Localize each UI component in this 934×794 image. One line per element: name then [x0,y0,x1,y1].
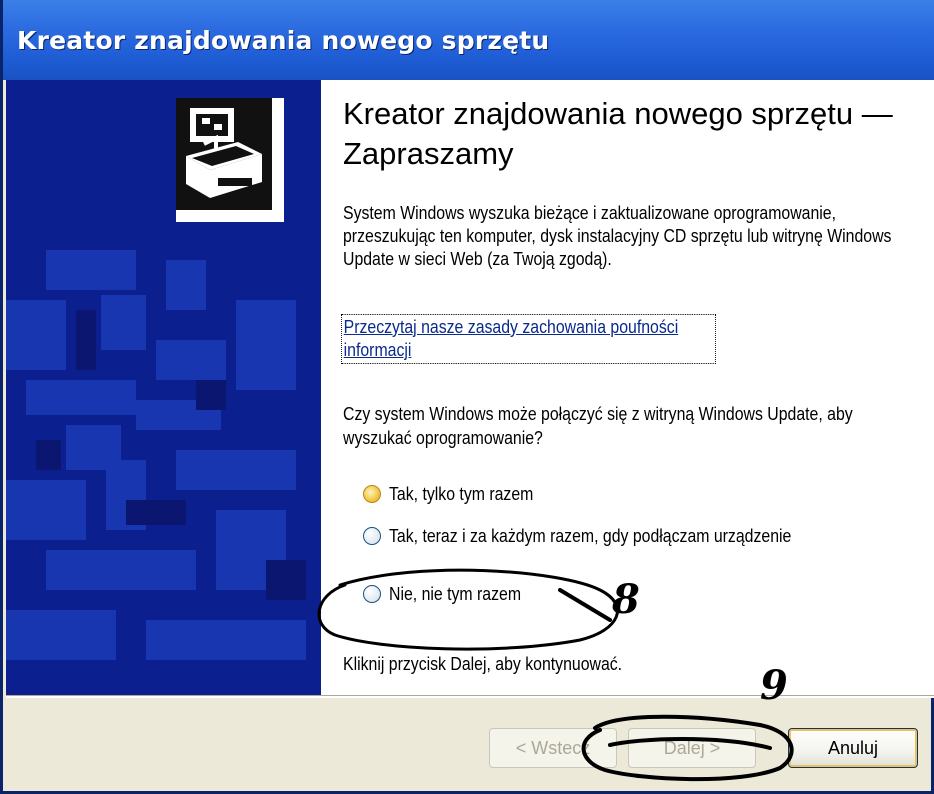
new-hardware-icon [176,98,284,222]
annotation-number-9: 9 [760,662,788,709]
option-yes-always-label: Tak, teraz i za każdym razem, gdy podłąc… [389,525,792,546]
next-button[interactable]: Dalej > [628,728,756,768]
option-yes-once-label: Tak, tylko tym razem [389,483,534,504]
radio-yes-always[interactable] [363,527,381,545]
annotation-number-8: 8 [612,576,640,623]
cancel-button[interactable]: Anuluj [788,728,918,768]
wizard-heading: Kreator znajdowania nowego sprzętu — Zap… [343,96,893,171]
update-question: Czy system Windows może połączyć się z w… [343,404,853,448]
back-button[interactable]: < Wstecz [489,728,617,768]
radio-yes-once[interactable] [363,485,381,503]
window-title: Kreator znajdowania nowego sprzętu [17,26,550,55]
option-no-label: Nie, nie tym razem [389,583,522,604]
radio-no[interactable] [363,585,381,603]
wizard-side-panel [6,80,321,695]
wizard-window: Kreator znajdowania nowego sprzętu Kreat… [0,0,934,794]
wizard-description: System Windows wyszuka bieżące i zaktual… [343,203,892,269]
option-yes-always[interactable]: Tak, teraz i za każdym razem, gdy podłąc… [363,522,846,550]
button-separator [6,695,934,698]
title-bar[interactable]: Kreator znajdowania nowego sprzętu [3,0,934,80]
option-yes-once[interactable]: Tak, tylko tym razem [363,480,553,508]
option-no[interactable]: Nie, nie tym razem [363,580,539,608]
privacy-policy-link[interactable]: Przeczytaj nasze zasady zachowania poufn… [341,314,716,364]
continue-instruction: Kliknij przycisk Dalej, aby kontynuować. [343,654,623,674]
